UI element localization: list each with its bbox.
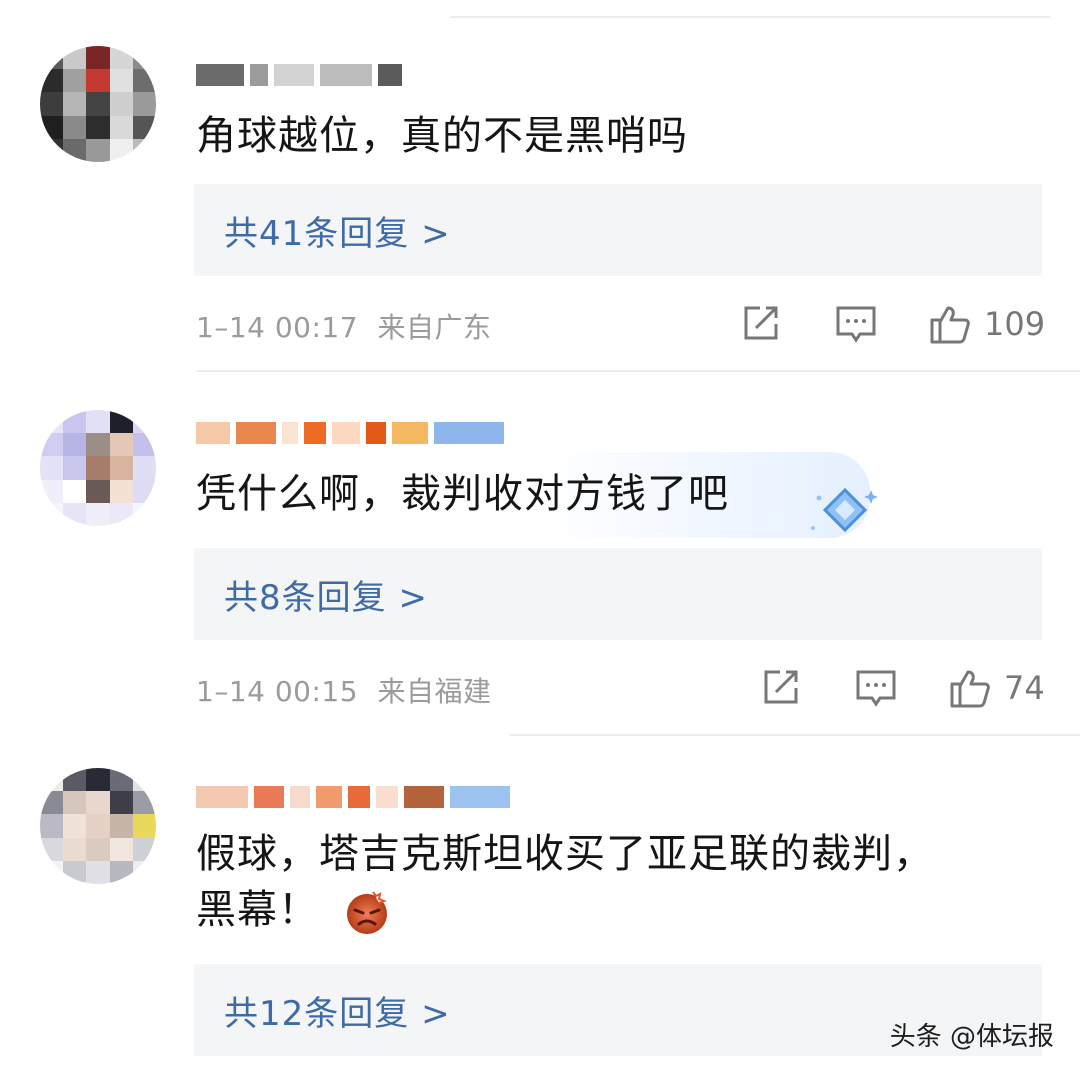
view-replies-button[interactable]: 共41条回复 >	[194, 184, 1042, 276]
comment-text: 凭什么啊，裁判收对方钱了吧	[196, 471, 729, 517]
thumbs-up-icon[interactable]	[948, 666, 992, 710]
comment-text-line: 假球，塔吉克斯坦收买了亚足联的裁判，	[196, 831, 934, 877]
comment-icon[interactable]	[854, 666, 898, 710]
username-blurred[interactable]	[196, 418, 504, 444]
comment-divider	[196, 370, 1080, 372]
watermark: 头条 @体坛报	[889, 1022, 1054, 1052]
comment-divider	[510, 734, 1080, 736]
comment-text-line: 黑幕！	[196, 882, 1016, 938]
view-replies-button[interactable]: 共8条回复 >	[194, 548, 1042, 640]
comment-time: 1–14 00:15	[196, 675, 359, 708]
like-count: 109	[984, 305, 1046, 343]
comment-icon[interactable]	[834, 302, 878, 346]
share-icon[interactable]	[758, 666, 802, 710]
comment-time: 1–14 00:17	[196, 311, 359, 344]
avatar[interactable]	[40, 46, 156, 162]
action-bar: 109	[738, 302, 1045, 346]
comment-meta: 1–14 00:17 来自广东	[196, 306, 491, 346]
comment-text: 角球越位，真的不是黑哨吗	[196, 113, 688, 159]
comment-meta: 1–14 00:15 来自福建	[196, 670, 491, 710]
username-blurred[interactable]	[196, 782, 510, 808]
thumbs-up-icon[interactable]	[928, 302, 972, 346]
comment-location: 来自福建	[377, 675, 492, 708]
diamond-badge-icon	[811, 487, 878, 533]
avatar[interactable]	[40, 768, 156, 884]
comment-text: 假球，塔吉克斯坦收买了亚足联的裁判， 黑幕！	[196, 826, 1016, 938]
top-divider	[450, 16, 1050, 18]
share-icon[interactable]	[738, 302, 782, 346]
username-blurred[interactable]	[196, 60, 402, 86]
angry-face-emoji	[346, 891, 387, 934]
avatar[interactable]	[40, 410, 156, 526]
action-bar: 74	[758, 666, 1045, 710]
comment-location: 来自广东	[377, 311, 492, 344]
like-count: 74	[1004, 669, 1045, 707]
